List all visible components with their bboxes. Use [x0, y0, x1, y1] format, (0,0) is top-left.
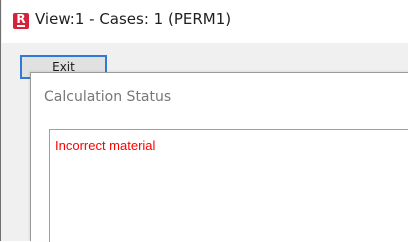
window-title: View:1 - Cases: 1 (PERM1)	[35, 10, 232, 28]
app-r-icon: R	[13, 12, 29, 29]
title-bar: R View:1 - Cases: 1 (PERM1)	[2, 0, 408, 43]
dialog-title: Calculation Status	[44, 89, 172, 105]
status-message: Incorrect material	[55, 138, 156, 153]
status-message-box[interactable]: Incorrect material	[49, 129, 408, 242]
main-window: R View:1 - Cases: 1 (PERM1) Exit Calcula…	[0, 0, 408, 242]
app-icon-letter: R	[16, 12, 26, 26]
calculation-status-dialog: Calculation Status Incorrect material	[30, 72, 408, 242]
